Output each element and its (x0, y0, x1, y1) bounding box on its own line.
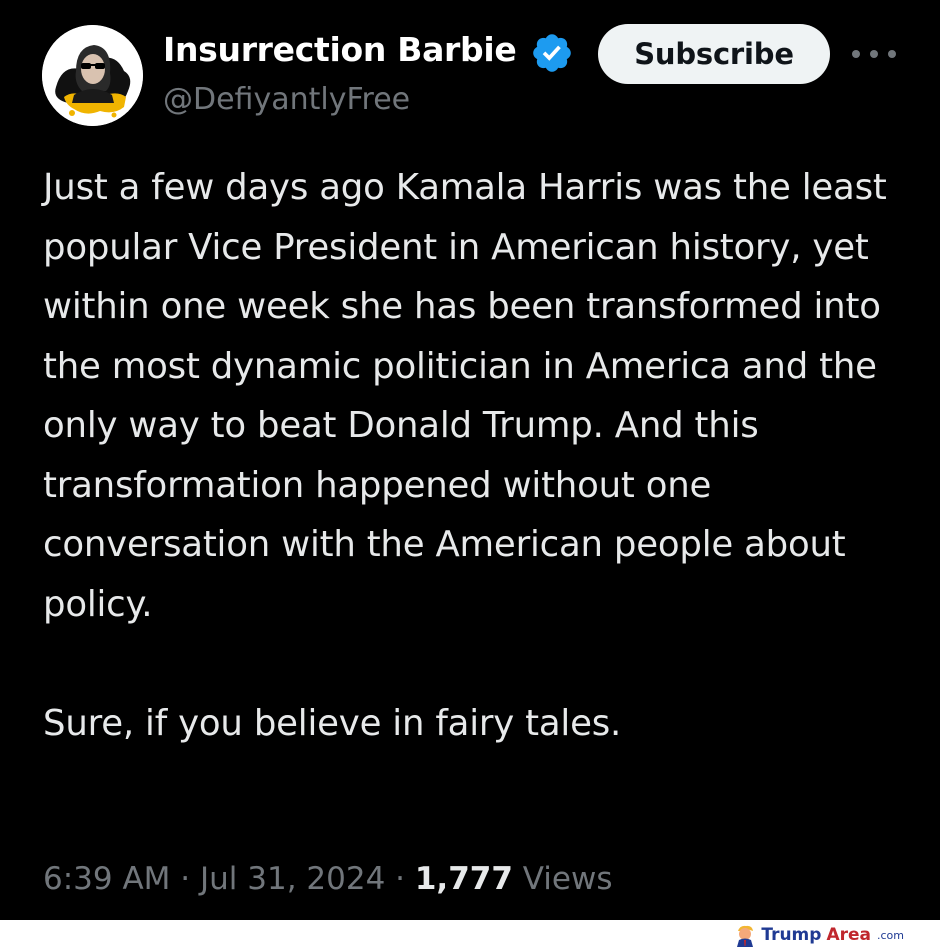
watermark-word-area: Area (826, 925, 871, 945)
more-dot (870, 50, 878, 58)
tweet-date[interactable]: Jul 31, 2024 (200, 861, 385, 897)
more-dot (852, 50, 860, 58)
trump-caricature-icon (737, 925, 754, 947)
meta-separator: · (170, 861, 200, 897)
trumparea-watermark: Trump Area .com (734, 923, 904, 947)
display-name[interactable]: Insurrection Barbie (163, 26, 517, 74)
views-count: 1,777 (414, 861, 513, 897)
tweet-time[interactable]: 6:39 AM (43, 861, 170, 897)
tweet-card: Insurrection Barbie @DefiyantlyFree Subs… (0, 0, 940, 920)
verified-badge-icon (533, 34, 571, 72)
user-handle[interactable]: @DefiyantlyFree (163, 77, 410, 123)
avatar[interactable] (42, 25, 143, 126)
tweet-text: Just a few days ago Kamala Harris was th… (43, 158, 923, 753)
tweet-paragraph: Just a few days ago Kamala Harris was th… (43, 167, 887, 625)
more-options-icon[interactable] (852, 40, 896, 68)
views-label: Views (522, 861, 613, 897)
meta-separator: · (385, 861, 415, 897)
tweet-paragraph: Sure, if you believe in fairy tales. (43, 702, 622, 744)
watermark-word-com: .com (877, 928, 904, 942)
watermark-word-trump: Trump (761, 925, 822, 945)
more-dot (888, 50, 896, 58)
profile-avatar-image (42, 25, 143, 126)
subscribe-button[interactable]: Subscribe (598, 24, 830, 84)
tweet-metadata: 6:39 AM · Jul 31, 2024 · 1,777 Views (43, 856, 613, 902)
